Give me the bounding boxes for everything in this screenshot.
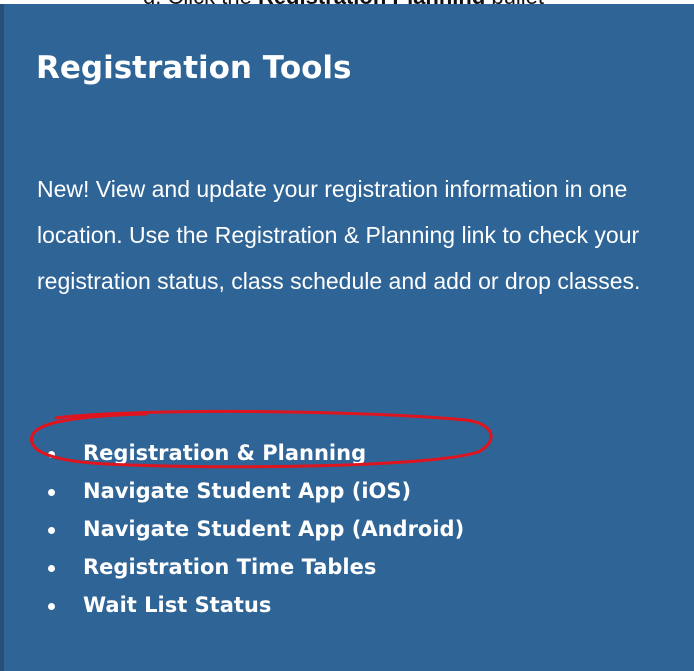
link-navigate-android[interactable]: Navigate Student App (Android) bbox=[37, 510, 464, 548]
registration-links-list: Registration & Planning Navigate Student… bbox=[37, 434, 464, 624]
link-label[interactable]: Registration & Planning bbox=[83, 441, 366, 465]
link-label[interactable]: Wait List Status bbox=[83, 593, 271, 617]
registration-tools-panel: Registration Tools New! View and update … bbox=[0, 4, 694, 671]
bullet-icon bbox=[48, 565, 55, 572]
bullet-icon bbox=[48, 489, 55, 496]
link-navigate-ios[interactable]: Navigate Student App (iOS) bbox=[37, 472, 464, 510]
bullet-icon bbox=[48, 603, 55, 610]
link-label[interactable]: Registration Time Tables bbox=[83, 555, 376, 579]
bullet-icon bbox=[48, 527, 55, 534]
panel-title: Registration Tools bbox=[36, 50, 352, 86]
link-label[interactable]: Navigate Student App (Android) bbox=[83, 517, 464, 541]
bullet-icon bbox=[48, 451, 55, 458]
link-label[interactable]: Navigate Student App (iOS) bbox=[83, 479, 411, 503]
link-wait-list-status[interactable]: Wait List Status bbox=[37, 586, 464, 624]
panel-description: New! View and update your registration i… bbox=[37, 176, 641, 294]
link-registration-planning[interactable]: Registration & Planning bbox=[37, 434, 464, 472]
link-registration-time-tables[interactable]: Registration Time Tables bbox=[37, 548, 464, 586]
